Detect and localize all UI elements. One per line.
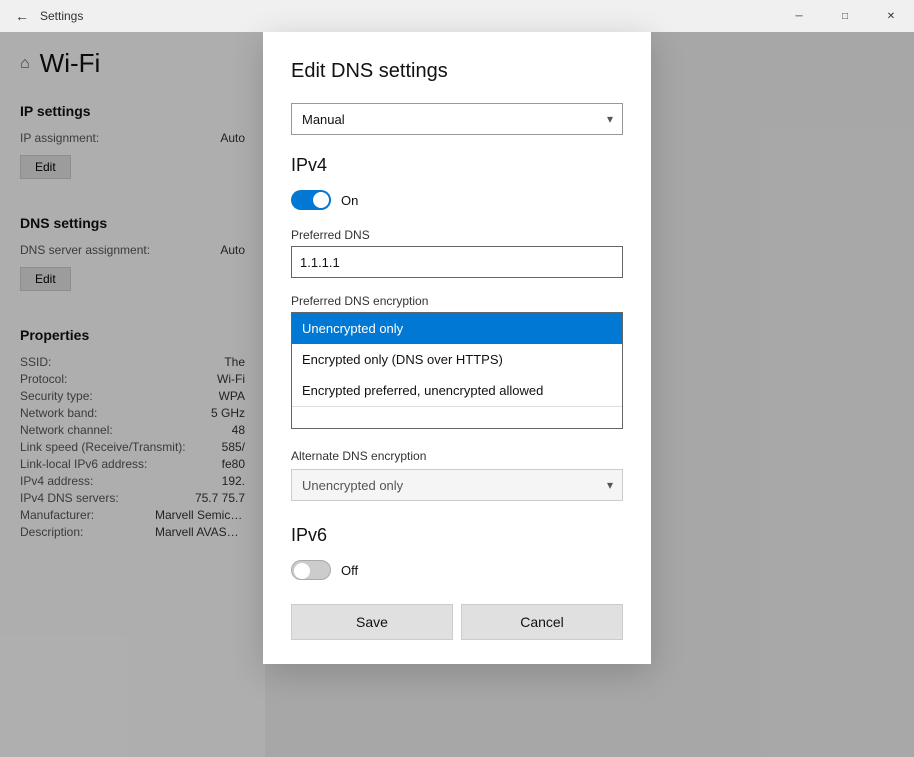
preferred-encryption-label: Preferred DNS encryption [291,294,623,308]
maximize-icon: □ [842,11,848,22]
listbox-item-encrypted-preferred[interactable]: Encrypted preferred, unencrypted allowed [292,375,622,406]
close-button[interactable]: ✕ [868,0,914,32]
preferred-dns-input[interactable] [291,246,623,278]
titlebar: ← Settings ─ □ ✕ [0,0,914,32]
listbox-item-unencrypted[interactable]: Unencrypted only [292,313,622,344]
ipv6-toggle-knob [294,563,310,579]
ipv4-toggle[interactable] [291,190,331,210]
listbox-item-encrypted-only[interactable]: Encrypted only (DNS over HTTPS) [292,344,622,375]
ipv6-heading: IPv6 [291,525,623,546]
cancel-button[interactable]: Cancel [461,604,623,640]
edit-dns-dialog: Edit DNS settings Automatic (DHCP) Manua… [263,32,651,664]
listbox-empty-row [292,406,622,428]
back-icon: ← [15,8,29,24]
alt-dns-section: Alternate DNS encryption Unencrypted onl… [291,449,623,501]
ipv6-toggle-row: Off [291,560,623,580]
alt-dns-encryption-label: Alternate DNS encryption [291,449,623,463]
mode-dropdown[interactable]: Automatic (DHCP) Manual [291,103,623,135]
titlebar-title: Settings [40,9,83,23]
ipv4-toggle-row: On [291,190,623,210]
dialog-buttons: Save Cancel [291,604,623,640]
minimize-button[interactable]: ─ [776,0,822,32]
ipv4-heading: IPv4 [291,155,623,176]
encryption-listbox: Unencrypted only Encrypted only (DNS ove… [291,312,623,429]
preferred-dns-group: Preferred DNS [291,228,623,278]
close-icon: ✕ [887,11,895,22]
ipv4-toggle-label: On [341,193,358,208]
modal-overlay: Edit DNS settings Automatic (DHCP) Manua… [0,32,914,757]
ipv6-section: IPv6 Off [291,525,623,580]
minimize-icon: ─ [795,11,802,22]
alt-dns-dropdown[interactable]: Unencrypted only [291,469,623,501]
dialog-title: Edit DNS settings [291,60,623,83]
preferred-dns-label: Preferred DNS [291,228,623,242]
preferred-encryption-wrapper: Preferred DNS encryption Unencrypted onl… [291,294,623,429]
alt-dns-dropdown-wrapper: Unencrypted only ▾ [291,469,623,501]
save-button[interactable]: Save [291,604,453,640]
mode-dropdown-wrapper: Automatic (DHCP) Manual ▾ [291,103,623,135]
ipv6-toggle[interactable] [291,560,331,580]
ipv6-toggle-label: Off [341,563,358,578]
main-content: ⌂ Wi-Fi IP settings IP assignment: Auto … [0,32,914,757]
window-controls: ─ □ ✕ [776,0,914,32]
ipv4-toggle-knob [313,192,329,208]
back-button[interactable]: ← [8,2,36,30]
maximize-button[interactable]: □ [822,0,868,32]
